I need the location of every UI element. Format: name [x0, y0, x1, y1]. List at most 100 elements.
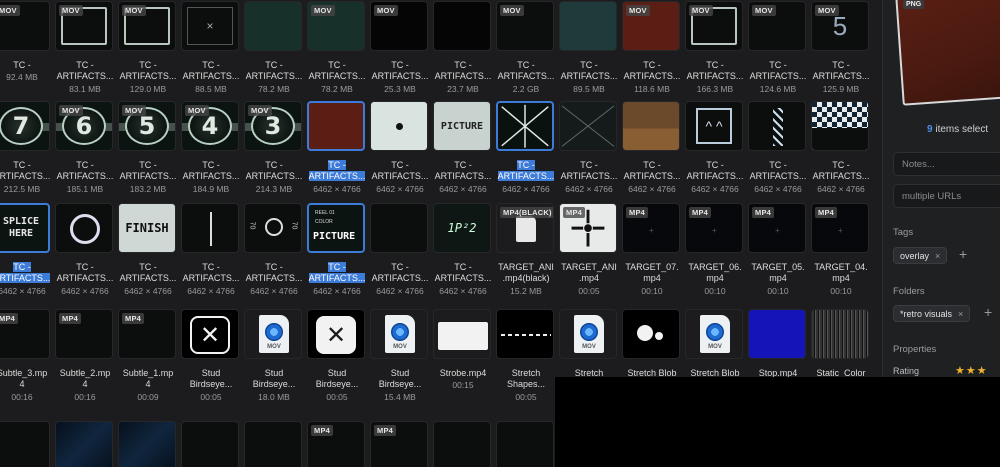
splice-here-text: SPLICE HERE — [2, 216, 40, 239]
asset-thumbnail[interactable] — [370, 101, 428, 151]
asset-thumbnail[interactable] — [181, 203, 239, 253]
asset-thumbnail[interactable]: MOV — [0, 1, 50, 51]
asset-thumbnail[interactable]: MOV — [370, 1, 428, 51]
asset-thumbnail[interactable] — [55, 203, 113, 253]
asset-thumbnail[interactable] — [496, 421, 554, 467]
asset-thumbnail[interactable] — [559, 101, 617, 151]
asset-thumbnail[interactable] — [118, 421, 176, 467]
preview-image[interactable] — [895, 0, 1000, 106]
blob-icon — [637, 325, 653, 341]
tag-chip[interactable]: overlay × — [893, 247, 948, 264]
folder-chip-label: *retro visuals — [900, 309, 953, 319]
asset-thumbnail[interactable] — [496, 309, 554, 359]
asset-name-line1: TC - — [265, 262, 283, 272]
asset-name-line1: TC - — [706, 160, 724, 170]
add-folder-plus-icon[interactable]: + — [984, 304, 992, 320]
asset-thumbnail[interactable]: 7 — [0, 101, 50, 151]
asset-thumbnail[interactable] — [433, 1, 491, 51]
asset-name-line1: Subtle_1.mp — [122, 368, 174, 378]
asset-thumbnail[interactable]: FINISH — [118, 203, 176, 253]
asset-name-line1: Stud — [327, 368, 347, 378]
asset-thumbnail[interactable]: MP4 — [307, 421, 365, 467]
asset-thumbnail[interactable] — [244, 421, 302, 467]
asset-name-line2: .mp4(black) — [502, 273, 550, 283]
asset-name-line2: ARTIFACTS... — [371, 273, 429, 283]
asset-name-line2: 4 — [145, 379, 151, 389]
asset-thumbnail[interactable] — [622, 309, 680, 359]
asset-thumbnail[interactable] — [55, 421, 113, 467]
asset-thumbnail[interactable]: + MP4 — [622, 203, 680, 253]
asset-thumbnail[interactable] — [307, 101, 365, 151]
asset-thumbnail[interactable]: MOV — [244, 309, 302, 359]
asset-thumbnail[interactable]: MP4(BLACK) — [496, 203, 554, 253]
folder-remove-icon[interactable]: × — [958, 309, 963, 319]
notes-input[interactable]: Notes... — [893, 152, 1000, 176]
folder-chip[interactable]: *retro visuals × — [893, 305, 971, 322]
strobe-white-frame — [438, 322, 488, 350]
asset-thumbnail[interactable] — [244, 1, 302, 51]
x-box-icon: ✕ — [316, 316, 356, 354]
asset-name-line1: TC - — [391, 160, 409, 170]
asset-thumbnail[interactable] — [811, 309, 869, 359]
asset-thumbnail[interactable]: 3 MOV — [244, 101, 302, 151]
asset-name-line1: TC - — [76, 160, 94, 170]
asset-thumbnail[interactable]: 5 MOV — [118, 101, 176, 151]
asset-thumbnail[interactable] — [0, 421, 50, 467]
asset-thumbnail[interactable]: 70 70 — [244, 203, 302, 253]
asset-thumbnail[interactable] — [748, 101, 806, 151]
asset-thumbnail[interactable]: MP4 — [0, 309, 50, 359]
asset-thumbnail[interactable] — [433, 309, 491, 359]
asset-thumbnail[interactable]: 6 MOV — [55, 101, 113, 151]
asset-thumbnail[interactable] — [811, 101, 869, 151]
asset-thumbnail[interactable]: + MP4 — [685, 203, 743, 253]
url-input[interactable]: multiple URLs — [893, 184, 1000, 208]
add-tag-plus-icon[interactable]: + — [959, 246, 967, 262]
file-type-badge: MOV — [689, 5, 713, 16]
asset-thumbnail[interactable]: + MP4 — [748, 203, 806, 253]
asset-thumbnail[interactable]: 5 MOV — [811, 1, 869, 51]
asset-thumbnail[interactable]: 4 MOV — [181, 101, 239, 151]
asset-thumbnail[interactable] — [181, 421, 239, 467]
asset-thumbnail[interactable] — [622, 101, 680, 151]
asset-thumbnail[interactable] — [748, 309, 806, 359]
asset-thumbnail[interactable]: ✕ — [181, 309, 239, 359]
asset-thumbnail[interactable] — [433, 421, 491, 467]
asset-thumbnail[interactable] — [496, 101, 554, 151]
asset-thumbnail[interactable]: ✕ — [307, 309, 365, 359]
asset-thumbnail[interactable]: MOV — [622, 1, 680, 51]
asset-thumbnail[interactable]: MOV — [307, 1, 365, 51]
rating-stars[interactable]: ★★★ — [955, 364, 988, 377]
asset-thumbnail[interactable] — [559, 1, 617, 51]
asset-thumbnail[interactable]: 1P²2 — [433, 203, 491, 253]
asset-thumbnail[interactable]: MP4 — [118, 309, 176, 359]
asset-thumbnail[interactable]: + MP4 — [811, 203, 869, 253]
asset-thumbnail[interactable]: MOV — [685, 309, 743, 359]
asset-thumbnail[interactable]: MOV — [496, 1, 554, 51]
asset-thumbnail[interactable]: MOV — [55, 1, 113, 51]
tag-remove-icon[interactable]: × — [935, 251, 940, 261]
asset-thumbnail[interactable]: MOV — [118, 1, 176, 51]
quicktime-logo-icon — [391, 323, 409, 341]
asset-name-line1: TC - — [328, 262, 346, 272]
asset-thumbnail[interactable]: MOV — [370, 309, 428, 359]
asset-thumbnail[interactable]: MP4 — [55, 309, 113, 359]
asset-thumbnail[interactable]: ^ ^ — [685, 101, 743, 151]
file-type-badge: MOV — [122, 5, 146, 16]
reel-text: REEL 01 — [315, 210, 335, 216]
file-type-badge: MOV — [185, 105, 209, 116]
asset-thumbnail[interactable]: MP4 — [559, 203, 617, 253]
asset-thumbnail[interactable]: SPLICE HERE — [0, 203, 50, 253]
asset-name-line1: Stud — [264, 368, 284, 378]
asset-meta: 00:05 — [515, 392, 537, 402]
properties-title: Properties — [893, 344, 937, 355]
asset-thumbnail[interactable]: REEL 01 COLOR PICTURE — [307, 203, 365, 253]
asset-thumbnail[interactable]: MP4 — [370, 421, 428, 467]
asset-name-line2: ARTIFACTS... — [497, 171, 555, 181]
asset-thumbnail[interactable]: MOV — [748, 1, 806, 51]
asset-thumbnail[interactable]: × — [181, 1, 239, 51]
asset-thumbnail[interactable]: PICTURE — [433, 101, 491, 151]
asset-thumbnail[interactable]: MOV — [685, 1, 743, 51]
asset-thumbnail[interactable] — [370, 203, 428, 253]
asset-thumbnail[interactable]: MOV — [559, 309, 617, 359]
asset-name-line2: ARTIFACTS... — [623, 171, 681, 181]
